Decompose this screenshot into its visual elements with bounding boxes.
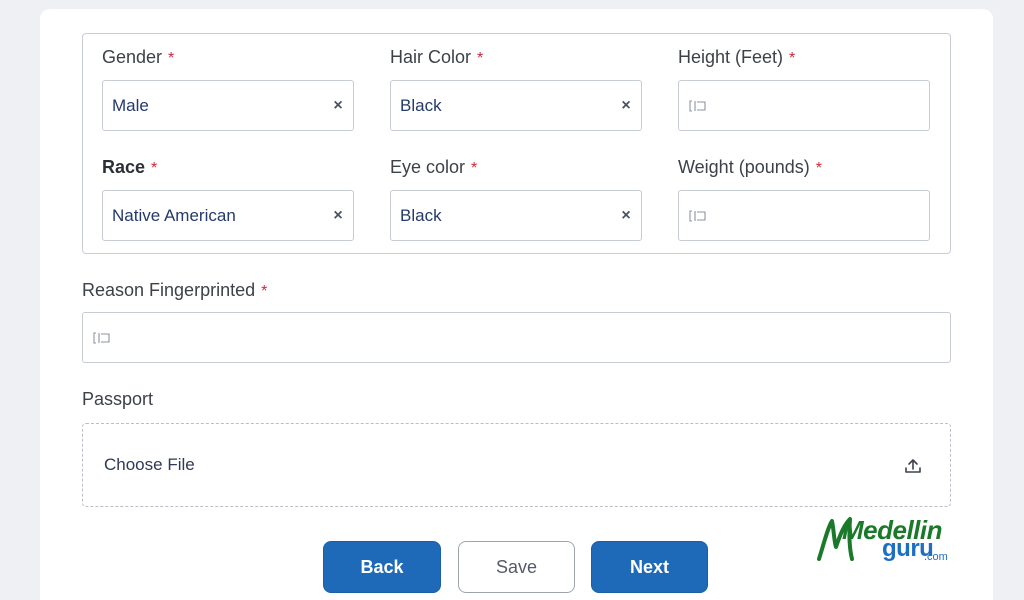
hair-color-value: Black — [400, 95, 442, 115]
next-button[interactable]: Next — [591, 541, 708, 593]
upload-icon[interactable] — [904, 457, 922, 475]
passport-label: Passport — [82, 389, 154, 409]
gender-select[interactable]: Male × — [102, 80, 354, 131]
eye-color-label: Eye color * — [390, 157, 477, 178]
required-marker: * — [261, 283, 268, 300]
save-button[interactable]: Save — [458, 541, 575, 593]
required-marker: * — [477, 50, 484, 67]
height-label: Height (Feet) * — [678, 47, 795, 68]
weight-label: Weight (pounds) * — [678, 157, 822, 178]
back-button[interactable]: Back — [323, 541, 441, 593]
clear-hair-color-icon[interactable]: × — [619, 97, 633, 113]
choose-file-label: Choose File — [104, 455, 195, 474]
weight-input[interactable] — [678, 190, 930, 241]
weight-label-text: Weight (pounds) — [678, 157, 810, 177]
height-input[interactable] — [678, 80, 930, 131]
logo-text-com: .com — [924, 551, 948, 563]
input-placeholder-icon — [689, 99, 706, 112]
input-placeholder-icon — [93, 331, 110, 344]
hair-color-label: Hair Color * — [390, 47, 483, 68]
height-label-text: Height (Feet) — [678, 47, 784, 67]
clear-race-icon[interactable]: × — [331, 207, 345, 223]
clear-gender-icon[interactable]: × — [331, 97, 345, 113]
race-value: Native American — [112, 205, 236, 225]
input-placeholder-icon — [689, 209, 706, 222]
gender-value: Male — [112, 95, 149, 115]
passport-file-dropzone[interactable]: Choose File — [82, 423, 951, 507]
required-marker: * — [168, 50, 175, 67]
required-marker: * — [789, 50, 796, 67]
clear-eye-color-icon[interactable]: × — [619, 207, 633, 223]
required-marker: * — [815, 160, 822, 177]
reason-input[interactable] — [82, 312, 951, 363]
reason-label: Reason Fingerprinted * — [82, 280, 267, 301]
eye-color-select[interactable]: Black × — [390, 190, 642, 241]
gender-label-text: Gender — [102, 47, 163, 67]
required-marker: * — [471, 160, 478, 177]
medellin-guru-logo: Medellin guru .com — [816, 515, 951, 565]
hair-color-select[interactable]: Black × — [390, 80, 642, 131]
reason-label-text: Reason Fingerprinted — [82, 280, 256, 300]
eye-color-value: Black — [400, 205, 442, 225]
hair-color-label-text: Hair Color — [390, 47, 472, 67]
race-label: Race * — [102, 157, 157, 178]
required-marker: * — [151, 160, 158, 177]
gender-label: Gender * — [102, 47, 174, 68]
race-select[interactable]: Native American × — [102, 190, 354, 241]
eye-color-label-text: Eye color — [390, 157, 466, 177]
race-label-text: Race — [102, 157, 146, 177]
